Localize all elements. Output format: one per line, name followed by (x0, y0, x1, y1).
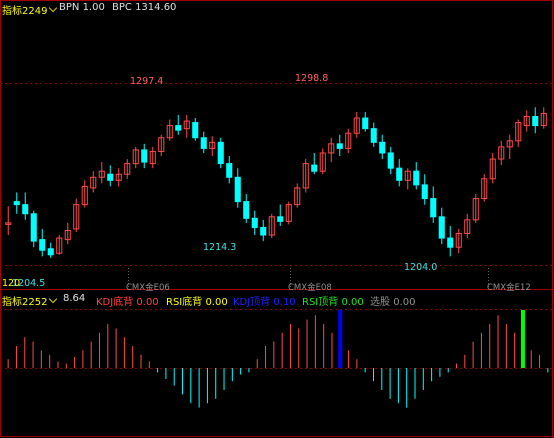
candle-body (243, 201, 250, 219)
candle-body (438, 216, 445, 239)
bpc-value: 1314.60 (135, 2, 177, 13)
chevron-down-icon (49, 3, 58, 13)
candle-body (532, 115, 539, 127)
sub-indicator-value: 8.64 (63, 293, 86, 304)
low-label-2: 1204.0 (404, 262, 438, 273)
chart-window: 指标2249 BPN 1.00 BPC 1314.60 1297.4 1298.… (0, 0, 554, 438)
candle-body (30, 213, 37, 242)
candle-body (421, 184, 428, 200)
kdj-top-readout: KDJ顶背 0.10 (233, 293, 296, 308)
bpc-readout: BPC 1314.60 (112, 2, 176, 13)
candle-body (47, 248, 54, 256)
candle-body (430, 198, 437, 218)
chart-border (0, 0, 553, 437)
candle-body (200, 137, 207, 149)
period-label-e06: CMX金E06 (126, 283, 170, 293)
chevron-down-icon (49, 294, 58, 304)
candle-body (413, 170, 420, 186)
indicator-name: 指标2249 (2, 6, 48, 17)
high-label-1: 1297.4 (130, 76, 164, 87)
rsi-top-readout: RSI顶背 0.00 (302, 293, 364, 308)
kdj-top-value: 0.10 (273, 297, 296, 308)
rsi-bottom-value: 0.00 (205, 297, 228, 308)
candle-body (362, 117, 369, 130)
select-value: 0.00 (393, 297, 416, 308)
candle-body (217, 141, 224, 165)
sub-indicator-name: 指标2252 (2, 297, 48, 308)
rsi-bottom-readout: RSI底背 0.00 (166, 293, 228, 308)
candle-body (260, 226, 267, 236)
candle-body (175, 125, 182, 131)
period-label-e12: CMX金E12 (487, 283, 531, 293)
period-label-e08: CMX金E08 (288, 283, 332, 293)
candle-body (387, 152, 394, 169)
candle-body (234, 176, 241, 203)
rsi-top-label: RSI顶背 (302, 297, 339, 308)
kdj-bottom-readout: KDJ底背 0.00 (96, 293, 159, 308)
bpc-label: BPC (112, 2, 132, 13)
candle-body (192, 122, 199, 139)
candle-body (370, 128, 377, 143)
candle-body (39, 239, 46, 251)
candle-body (251, 217, 258, 228)
candle-body (311, 164, 318, 172)
candle-body (277, 216, 284, 222)
candle-body (22, 204, 29, 215)
bpn-label: BPN (59, 2, 80, 13)
main-chart[interactable] (0, 0, 554, 438)
indicator-selector[interactable]: 指标2249 (2, 2, 60, 17)
high-label-2: 1298.8 (295, 73, 329, 84)
sub-indicator-selector[interactable]: 指标2252 (2, 293, 60, 308)
kdj-top-label: KDJ顶背 (233, 297, 271, 308)
candle-body (226, 163, 233, 178)
candle-body (107, 173, 114, 181)
select-label: 选股 (370, 297, 390, 308)
candle-body (396, 167, 403, 181)
bpn-readout: BPN 1.00 (59, 2, 105, 13)
candle-body (141, 149, 148, 163)
kdj-bottom-value: 0.00 (136, 297, 159, 308)
select-readout: 选股 0.00 (370, 293, 415, 308)
low-label-1: 1214.3 (203, 242, 237, 253)
left-axis-stub: 120 (2, 278, 21, 289)
candle-body (13, 201, 20, 206)
rsi-top-value: 0.00 (341, 297, 364, 308)
bpn-value: 1.00 (82, 2, 105, 13)
candle-body (379, 141, 386, 154)
kdj-bottom-label: KDJ底背 (96, 297, 134, 308)
candle-body (447, 237, 454, 248)
rsi-bottom-label: RSI底背 (166, 297, 203, 308)
candle-body (336, 143, 343, 149)
